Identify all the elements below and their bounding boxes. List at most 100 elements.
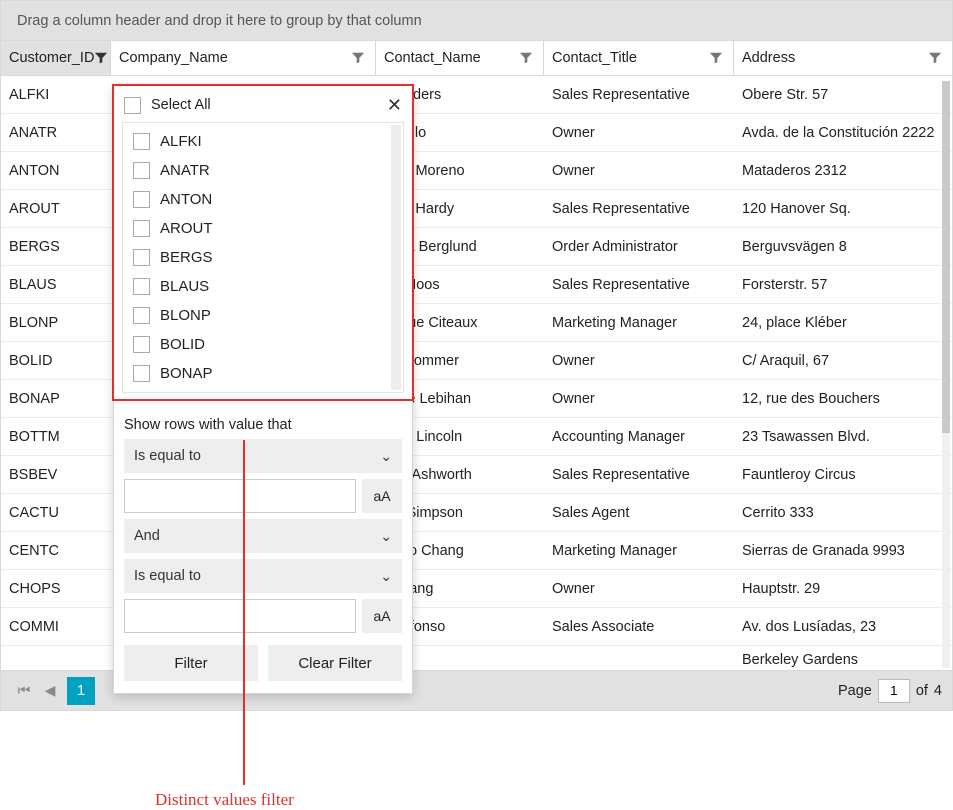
annotation-text: Distinct values filter xyxy=(155,790,294,810)
cell-address: Hauptstr. 29 xyxy=(734,573,952,605)
cell-contact-title: Sales Representative xyxy=(544,459,734,491)
filter-icon[interactable] xyxy=(351,51,365,65)
filter-value-2-input[interactable] xyxy=(124,599,356,633)
cell-address: Av. dos Lusíadas, 23 xyxy=(734,611,952,643)
pager-first-icon[interactable]: ⏮ xyxy=(11,678,37,704)
value-checkbox[interactable] xyxy=(133,191,150,208)
cell-contact-title: Sales Representative xyxy=(544,193,734,225)
chevron-down-icon: ⌄ xyxy=(380,528,392,545)
pager-page-label: Page xyxy=(838,683,872,699)
logic-combo[interactable]: And ⌄ xyxy=(124,519,402,553)
value-checkbox[interactable] xyxy=(133,220,150,237)
pager-page-input[interactable] xyxy=(878,679,910,703)
value-checkbox[interactable] xyxy=(133,365,150,382)
cell-contact-title: Owner xyxy=(544,155,734,187)
value-checkbox[interactable] xyxy=(133,162,150,179)
column-header-contact-title[interactable]: Contact_Title xyxy=(544,41,734,75)
value-checkbox[interactable] xyxy=(133,307,150,324)
cell-customer-id: CHOPS xyxy=(1,573,111,605)
cell-customer-id: CENTC xyxy=(1,535,111,567)
cell-address: Fauntleroy Circus xyxy=(734,459,952,491)
vertical-scrollbar[interactable] xyxy=(942,81,950,668)
cell-contact-title: Marketing Manager xyxy=(544,307,734,339)
cell-address: C/ Araquil, 67 xyxy=(734,345,952,377)
cell-contact-title: Owner xyxy=(544,573,734,605)
column-header-address[interactable]: Address xyxy=(734,41,952,75)
cell-address: 12, rue des Bouchers xyxy=(734,383,952,415)
cell-contact-title: Owner xyxy=(544,345,734,377)
clear-filter-button[interactable]: Clear Filter xyxy=(268,645,402,681)
cell-customer-id: ANTON xyxy=(1,155,111,187)
select-all-checkbox[interactable] xyxy=(124,97,141,114)
match-case-button[interactable]: aA xyxy=(362,599,402,633)
cell-address: 120 Hanover Sq. xyxy=(734,193,952,225)
condition-filter-section: Show rows with value that Is equal to ⌄ … xyxy=(114,409,412,633)
value-checkbox[interactable] xyxy=(133,249,150,266)
value-checkbox[interactable] xyxy=(133,133,150,150)
operator-2-combo[interactable]: Is equal to ⌄ xyxy=(124,559,402,593)
cell-customer-id: BERGS xyxy=(1,231,111,263)
value-label: ANTON xyxy=(160,191,212,208)
distinct-values-list[interactable]: ALFKI ANATR ANTON AROUT BERGS BLAUS BLONP BOLID… xyxy=(122,122,404,393)
column-header-row: Customer_ID Company_Name Contact_Name Co… xyxy=(1,41,952,76)
cell-customer-id: ALFKI xyxy=(1,79,111,111)
cell-contact-title: Sales Representative xyxy=(544,79,734,111)
cell-address: Berkeley Gardens xyxy=(734,648,952,668)
pager-of-label: of xyxy=(916,683,928,699)
value-label: BOLID xyxy=(160,336,205,353)
cell-address: Mataderos 2312 xyxy=(734,155,952,187)
value-label: BLONP xyxy=(160,307,211,324)
filter-value-1-input[interactable] xyxy=(124,479,356,513)
distinct-values-section: Select All ✕ ALFKIANATRANTONAROUTBERGSBL… xyxy=(112,84,414,401)
cell-customer-id: CACTU xyxy=(1,497,111,529)
column-header-company-name[interactable]: Company_Name xyxy=(111,41,376,75)
chevron-down-icon: ⌄ xyxy=(380,448,392,465)
cell-address: Berguvsvägen 8 xyxy=(734,231,952,263)
value-label: AROUT xyxy=(160,220,213,237)
cell-customer-id: AROUT xyxy=(1,193,111,225)
data-grid: Drag a column header and drop it here to… xyxy=(0,0,953,711)
filter-button[interactable]: Filter xyxy=(124,645,258,681)
cell-contact-title: Sales Associate xyxy=(544,611,734,643)
cell-address: Avda. de la Constitución 2222 xyxy=(734,117,952,149)
value-label: BERGS xyxy=(160,249,213,266)
distinct-value-item[interactable]: ANATR xyxy=(133,156,399,185)
value-label: BONAP xyxy=(160,365,213,382)
filter-icon[interactable] xyxy=(519,51,533,65)
distinct-value-item[interactable]: BERGS xyxy=(133,243,399,272)
value-checkbox[interactable] xyxy=(133,336,150,353)
cell-customer-id: BOLID xyxy=(1,345,111,377)
distinct-value-item[interactable]: ALFKI xyxy=(133,127,399,156)
column-header-contact-name[interactable]: Contact_Name xyxy=(376,41,544,75)
cell-address: 23 Tsawassen Blvd. xyxy=(734,421,952,453)
match-case-button[interactable]: aA xyxy=(362,479,402,513)
close-icon[interactable]: ✕ xyxy=(387,96,402,114)
distinct-value-item[interactable]: BLAUS xyxy=(133,272,399,301)
distinct-value-item[interactable]: BLONP xyxy=(133,301,399,330)
pager-prev-icon[interactable]: ◀ xyxy=(37,678,63,704)
pager-current-page[interactable]: 1 xyxy=(67,677,95,705)
distinct-value-item[interactable]: ANTON xyxy=(133,185,399,214)
column-header-customer-id[interactable]: Customer_ID xyxy=(1,41,111,75)
filter-icon[interactable] xyxy=(709,51,723,65)
filter-icon[interactable] xyxy=(94,51,108,65)
cell-customer-id: BLONP xyxy=(1,307,111,339)
cell-customer-id: BLAUS xyxy=(1,269,111,301)
cell-address: Forsterstr. 57 xyxy=(734,269,952,301)
filter-icon[interactable] xyxy=(928,51,942,65)
value-checkbox[interactable] xyxy=(133,278,150,295)
cell-address: Sierras de Granada 9993 xyxy=(734,535,952,567)
cell-address: 24, place Kléber xyxy=(734,307,952,339)
cell-contact-title: Owner xyxy=(544,117,734,149)
value-label: ANATR xyxy=(160,162,210,179)
cell-contact-title: Order Administrator xyxy=(544,231,734,263)
condition-label: Show rows with value that xyxy=(124,413,402,439)
operator-1-combo[interactable]: Is equal to ⌄ xyxy=(124,439,402,473)
cell-contact-title: Owner xyxy=(544,383,734,415)
distinct-value-item[interactable]: BONAP xyxy=(133,359,399,388)
distinct-value-item[interactable]: AROUT xyxy=(133,214,399,243)
group-panel[interactable]: Drag a column header and drop it here to… xyxy=(1,1,952,41)
cell-customer-id: COMMI xyxy=(1,611,111,643)
distinct-value-item[interactable]: BOLID xyxy=(133,330,399,359)
cell-contact-title: Sales Agent xyxy=(544,497,734,529)
